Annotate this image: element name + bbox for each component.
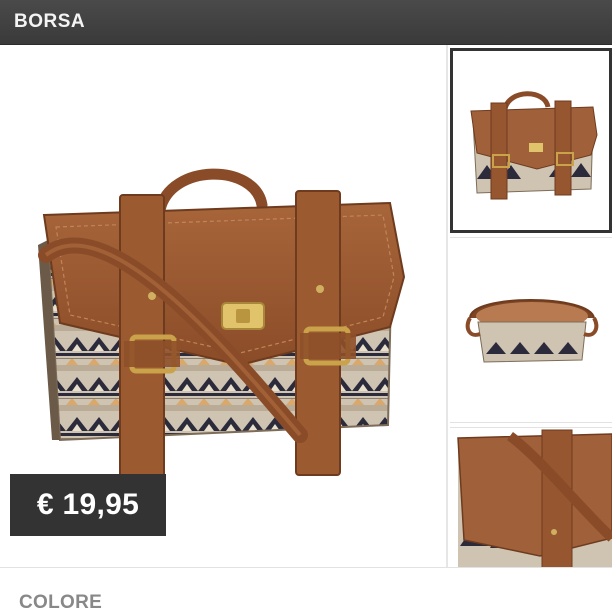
color-label: COLORE bbox=[19, 592, 103, 612]
thumbnail-bag-open bbox=[465, 299, 599, 363]
image-divider bbox=[446, 45, 448, 567]
thumbnail-bag-detail bbox=[450, 428, 612, 567]
thumbnail-detail-view[interactable] bbox=[450, 427, 612, 567]
top-bar: BORSA bbox=[0, 0, 612, 45]
thumbnail-open-view[interactable] bbox=[450, 237, 612, 423]
color-section: COLORE bbox=[0, 567, 612, 612]
product-page: BORSA € 19,95 COLORE bbox=[0, 0, 612, 612]
main-product-image[interactable]: € 19,95 bbox=[0, 45, 446, 567]
page-title: BORSA bbox=[14, 11, 86, 32]
price-badge: € 19,95 bbox=[10, 474, 166, 536]
thumbnail-front-view[interactable] bbox=[450, 48, 612, 233]
thumbnail-bag-front bbox=[470, 91, 598, 200]
